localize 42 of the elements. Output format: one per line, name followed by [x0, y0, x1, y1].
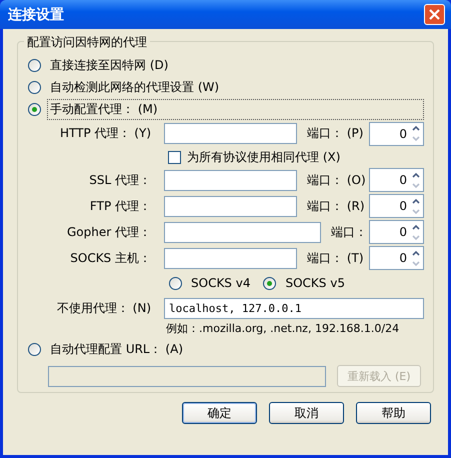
radio-label[interactable]: SOCKS v5 — [282, 274, 348, 292]
radio-button[interactable] — [28, 58, 41, 72]
hint-text: 例如：.mozilla.org, .net.nz, 192.168.1.0/24 — [165, 321, 400, 338]
window-title: 连接设置 — [8, 6, 64, 24]
input-field[interactable] — [164, 123, 297, 144]
field-label: 不使用代理： (N) — [56, 300, 151, 317]
field-label: 端口： (O) — [307, 172, 366, 189]
radio-label[interactable]: 直接连接至因特网 (D) — [47, 54, 172, 76]
field-label: SOCKS 主机： — [69, 250, 151, 267]
radio-button[interactable] — [28, 80, 41, 94]
dialog-button[interactable]: 确定 — [182, 402, 257, 424]
port-spinner[interactable]: 0 — [369, 122, 424, 146]
radio-label[interactable]: 自动检测此网络的代理设置 (W) — [47, 76, 222, 98]
field-label: 端口： (T) — [307, 250, 364, 267]
radio-button[interactable] — [263, 276, 276, 290]
dialog-button[interactable]: 帮助 — [356, 402, 431, 424]
field-label: 端口： (R) — [307, 198, 365, 215]
close-icon — [429, 9, 440, 20]
radio-label[interactable]: SOCKS v4 — [188, 274, 254, 292]
group-title: 配置访问因特网的代理 — [24, 34, 150, 51]
input-field[interactable] — [164, 222, 321, 243]
input-field[interactable] — [164, 170, 297, 191]
port-spinner[interactable]: 0 — [369, 194, 424, 218]
field-label: 端口： (P) — [307, 125, 364, 142]
input-field[interactable] — [164, 248, 297, 269]
checkbox-label[interactable]: 为所有协议使用相同代理 (X) — [187, 148, 340, 166]
checkbox[interactable] — [168, 150, 181, 164]
dialog-button[interactable]: 取消 — [269, 402, 344, 424]
port-spinner[interactable]: 0 — [369, 168, 424, 192]
field-label: FTP 代理： — [88, 198, 151, 215]
field-label: 端口： — [331, 224, 367, 241]
radio-button[interactable] — [28, 103, 41, 116]
port-spinner[interactable]: 0 — [369, 246, 424, 270]
field-label: SSL 代理： — [88, 172, 151, 189]
field-label: Gopher 代理： — [66, 224, 151, 241]
input-field[interactable]: localhost, 127.0.0.1 — [164, 298, 424, 319]
close-button[interactable] — [424, 4, 445, 25]
radio-label[interactable]: 手动配置代理： (M) — [47, 99, 424, 120]
port-spinner[interactable]: 0 — [369, 220, 424, 244]
radio-button[interactable] — [169, 276, 182, 290]
field-label: HTTP 代理： (Y) — [58, 125, 151, 142]
input-field[interactable] — [164, 196, 297, 217]
